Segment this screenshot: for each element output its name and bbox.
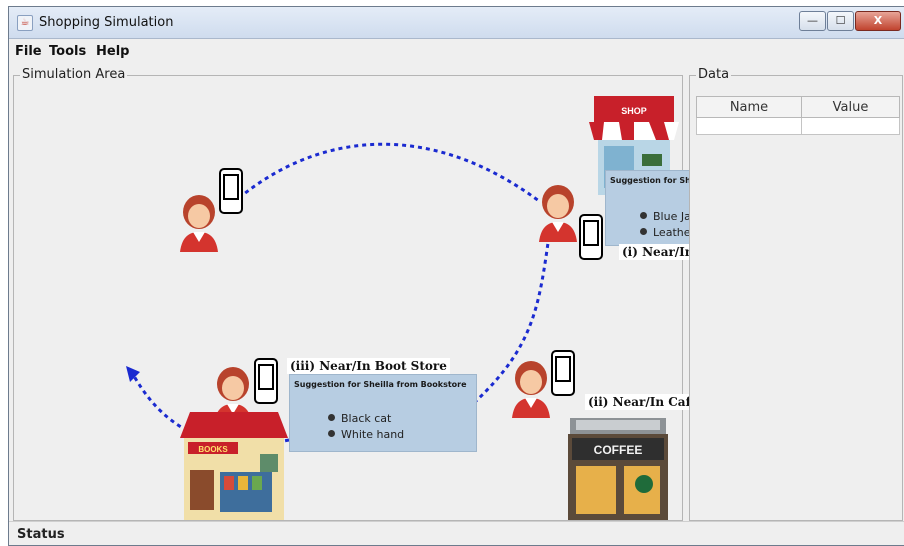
bookstore-sign: BOOKS (198, 445, 228, 454)
coffee-shop-building: COFFEE (562, 416, 674, 520)
maximize-button[interactable]: ☐ (827, 11, 854, 31)
suggestion-popup-bookstore: Suggestion for Sheilla from Bookstore Bl… (289, 374, 477, 452)
shopper-avatar-icon (539, 185, 577, 242)
cafe-sign: COFFEE (594, 443, 643, 457)
app-window: ☕ Shopping Simulation — ☐ X File Tools H… (8, 6, 904, 546)
shop-sign: SHOP (621, 106, 647, 116)
shopper-avatar-icon (512, 361, 550, 418)
data-panel: Data Name Value (689, 67, 903, 521)
column-header-value[interactable]: Value (801, 96, 900, 118)
suggestion-title: Suggestion for Sheilla from Bookstore (294, 380, 467, 389)
window-title: Shopping Simulation (39, 15, 174, 30)
status-label: Status (17, 527, 65, 542)
table-cell[interactable] (801, 117, 900, 135)
status-bar: Status (9, 521, 904, 545)
mobile-phone-icon (551, 350, 575, 396)
suggestion-item: Black cat (328, 411, 404, 427)
title-bar: ☕ Shopping Simulation — ☐ X (9, 7, 904, 39)
path-arrowhead-icon (126, 366, 140, 382)
menu-help[interactable]: Help (96, 44, 129, 59)
data-table: Name Value (695, 96, 900, 135)
menu-bar: File Tools Help (9, 39, 904, 65)
minimize-button[interactable]: — (799, 11, 826, 31)
mobile-phone-icon (579, 214, 603, 260)
bookstore-building: BOOKS (180, 410, 288, 520)
column-header-name[interactable]: Name (695, 96, 803, 118)
table-cell[interactable] (695, 117, 803, 135)
location-label-boot-store: (iii) Near/In Boot Store (287, 358, 450, 374)
shopper-avatar-icon (180, 195, 218, 252)
mobile-phone-icon (254, 358, 278, 404)
menu-tools[interactable]: Tools (49, 44, 86, 59)
simulation-area-panel: Simulation Area SHOP Suggestion for Blue… (13, 67, 799, 521)
location-label-cafe: (ii) Near/In Cafe (585, 394, 702, 410)
mobile-phone-icon (219, 168, 243, 214)
close-button[interactable]: X (855, 11, 901, 31)
data-panel-label: Data (696, 67, 732, 82)
suggestion-item: White hand (328, 427, 404, 443)
menu-file[interactable]: File (15, 44, 42, 59)
java-app-icon: ☕ (17, 15, 33, 31)
